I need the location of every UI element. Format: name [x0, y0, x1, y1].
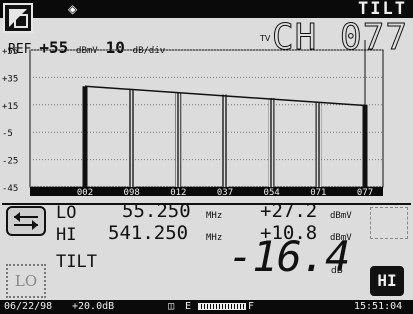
- x-tick-label: 071: [310, 188, 326, 198]
- status-time: 15:51:04: [354, 301, 403, 312]
- tilt-bar-chart: +55 +35 +15 -5 -25 -45 002 098 012 037 054 071 077: [2, 40, 384, 198]
- hi-frequency-unit: MHz: [206, 233, 223, 243]
- battery-gauge: [198, 303, 246, 310]
- x-tick-label: 002: [77, 188, 93, 198]
- lo-frequency-unit: MHz: [206, 211, 223, 221]
- y-tick-label: -5: [2, 129, 13, 139]
- hi-frequency: 541.250: [108, 222, 189, 244]
- y-tick-label: +15: [2, 102, 18, 112]
- bar-037: [222, 94, 228, 187]
- level-display-box: [370, 207, 408, 239]
- tilt-label: TILT: [56, 252, 97, 272]
- top-bar: ◈ TILT: [0, 0, 413, 19]
- x-tick-label: 077: [357, 188, 373, 198]
- mode-select-icon[interactable]: [3, 3, 33, 33]
- meter-screen: ◈ TILT REF +55 dBmV 10 dB/div TV CH 077 …: [0, 0, 413, 314]
- lo-level: +27.2: [260, 200, 318, 222]
- battery-full-label: F: [248, 301, 255, 312]
- y-tick-label: -25: [2, 157, 18, 167]
- bar-012: [175, 92, 182, 187]
- lo-label: LO: [56, 203, 77, 223]
- bar-054: [268, 97, 275, 187]
- y-tick-label: +35: [2, 74, 18, 84]
- swap-arrows-icon: [14, 212, 38, 230]
- x-tick-label: 037: [217, 188, 233, 198]
- battery-empty-label: E: [185, 301, 192, 312]
- status-bar: 06/22/98 +20.0dB ◫ E F 15:51:04: [0, 300, 413, 314]
- bar-071: [315, 102, 322, 187]
- swap-lo-hi-button[interactable]: [6, 206, 46, 236]
- lo-level-unit: dBmV: [330, 211, 352, 221]
- y-tick-label: +55: [2, 47, 18, 57]
- lo-frequency: 55.250: [122, 200, 191, 222]
- diamond-icon: ◈: [68, 2, 78, 16]
- bar-098: [128, 89, 135, 187]
- x-tick-label: 054: [264, 188, 280, 198]
- x-tick-label: 012: [170, 188, 186, 198]
- y-tick-label: -45: [2, 184, 18, 194]
- status-offset: +20.0dB: [72, 301, 115, 312]
- bar-002: [82, 86, 88, 187]
- battery-icon: ◫: [168, 301, 175, 312]
- hi-label: HI: [56, 225, 77, 245]
- status-date: 06/22/98: [4, 301, 53, 312]
- hi-button[interactable]: HI: [370, 266, 404, 296]
- x-tick-label: 098: [124, 188, 140, 198]
- tilt-unit: dB: [331, 266, 343, 276]
- lo-button[interactable]: LO: [6, 264, 46, 298]
